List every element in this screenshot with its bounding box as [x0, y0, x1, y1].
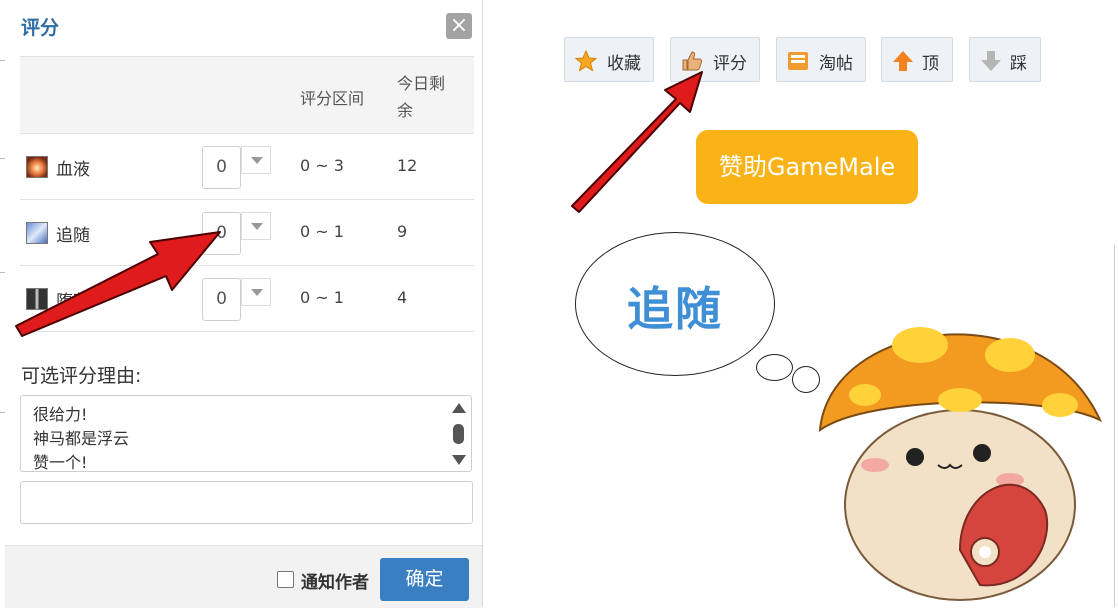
annotation-arrows-icon — [15, 71, 703, 337]
